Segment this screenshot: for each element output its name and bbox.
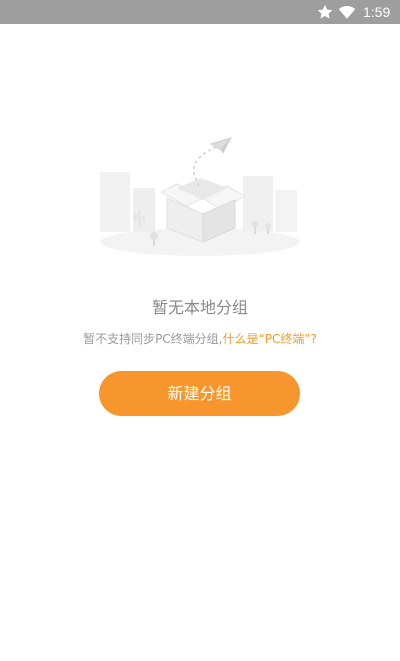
- star-icon: [316, 3, 334, 25]
- new-group-button[interactable]: 新建分组: [99, 371, 300, 416]
- status-time: 1:59: [363, 4, 391, 20]
- what-is-pc-terminal-link[interactable]: 什么是“PC终端”?: [223, 332, 317, 346]
- empty-box-illustration: [95, 130, 305, 260]
- empty-state-title: 暂无本地分组: [151, 298, 248, 317]
- subtitle-text: 暂不支持同步PC终端分组,: [83, 332, 223, 346]
- empty-state-subtitle: 暂不支持同步PC终端分组,什么是“PC终端”?: [0, 330, 400, 348]
- wifi-icon: [338, 3, 356, 25]
- status-bar: 1:59: [0, 0, 400, 24]
